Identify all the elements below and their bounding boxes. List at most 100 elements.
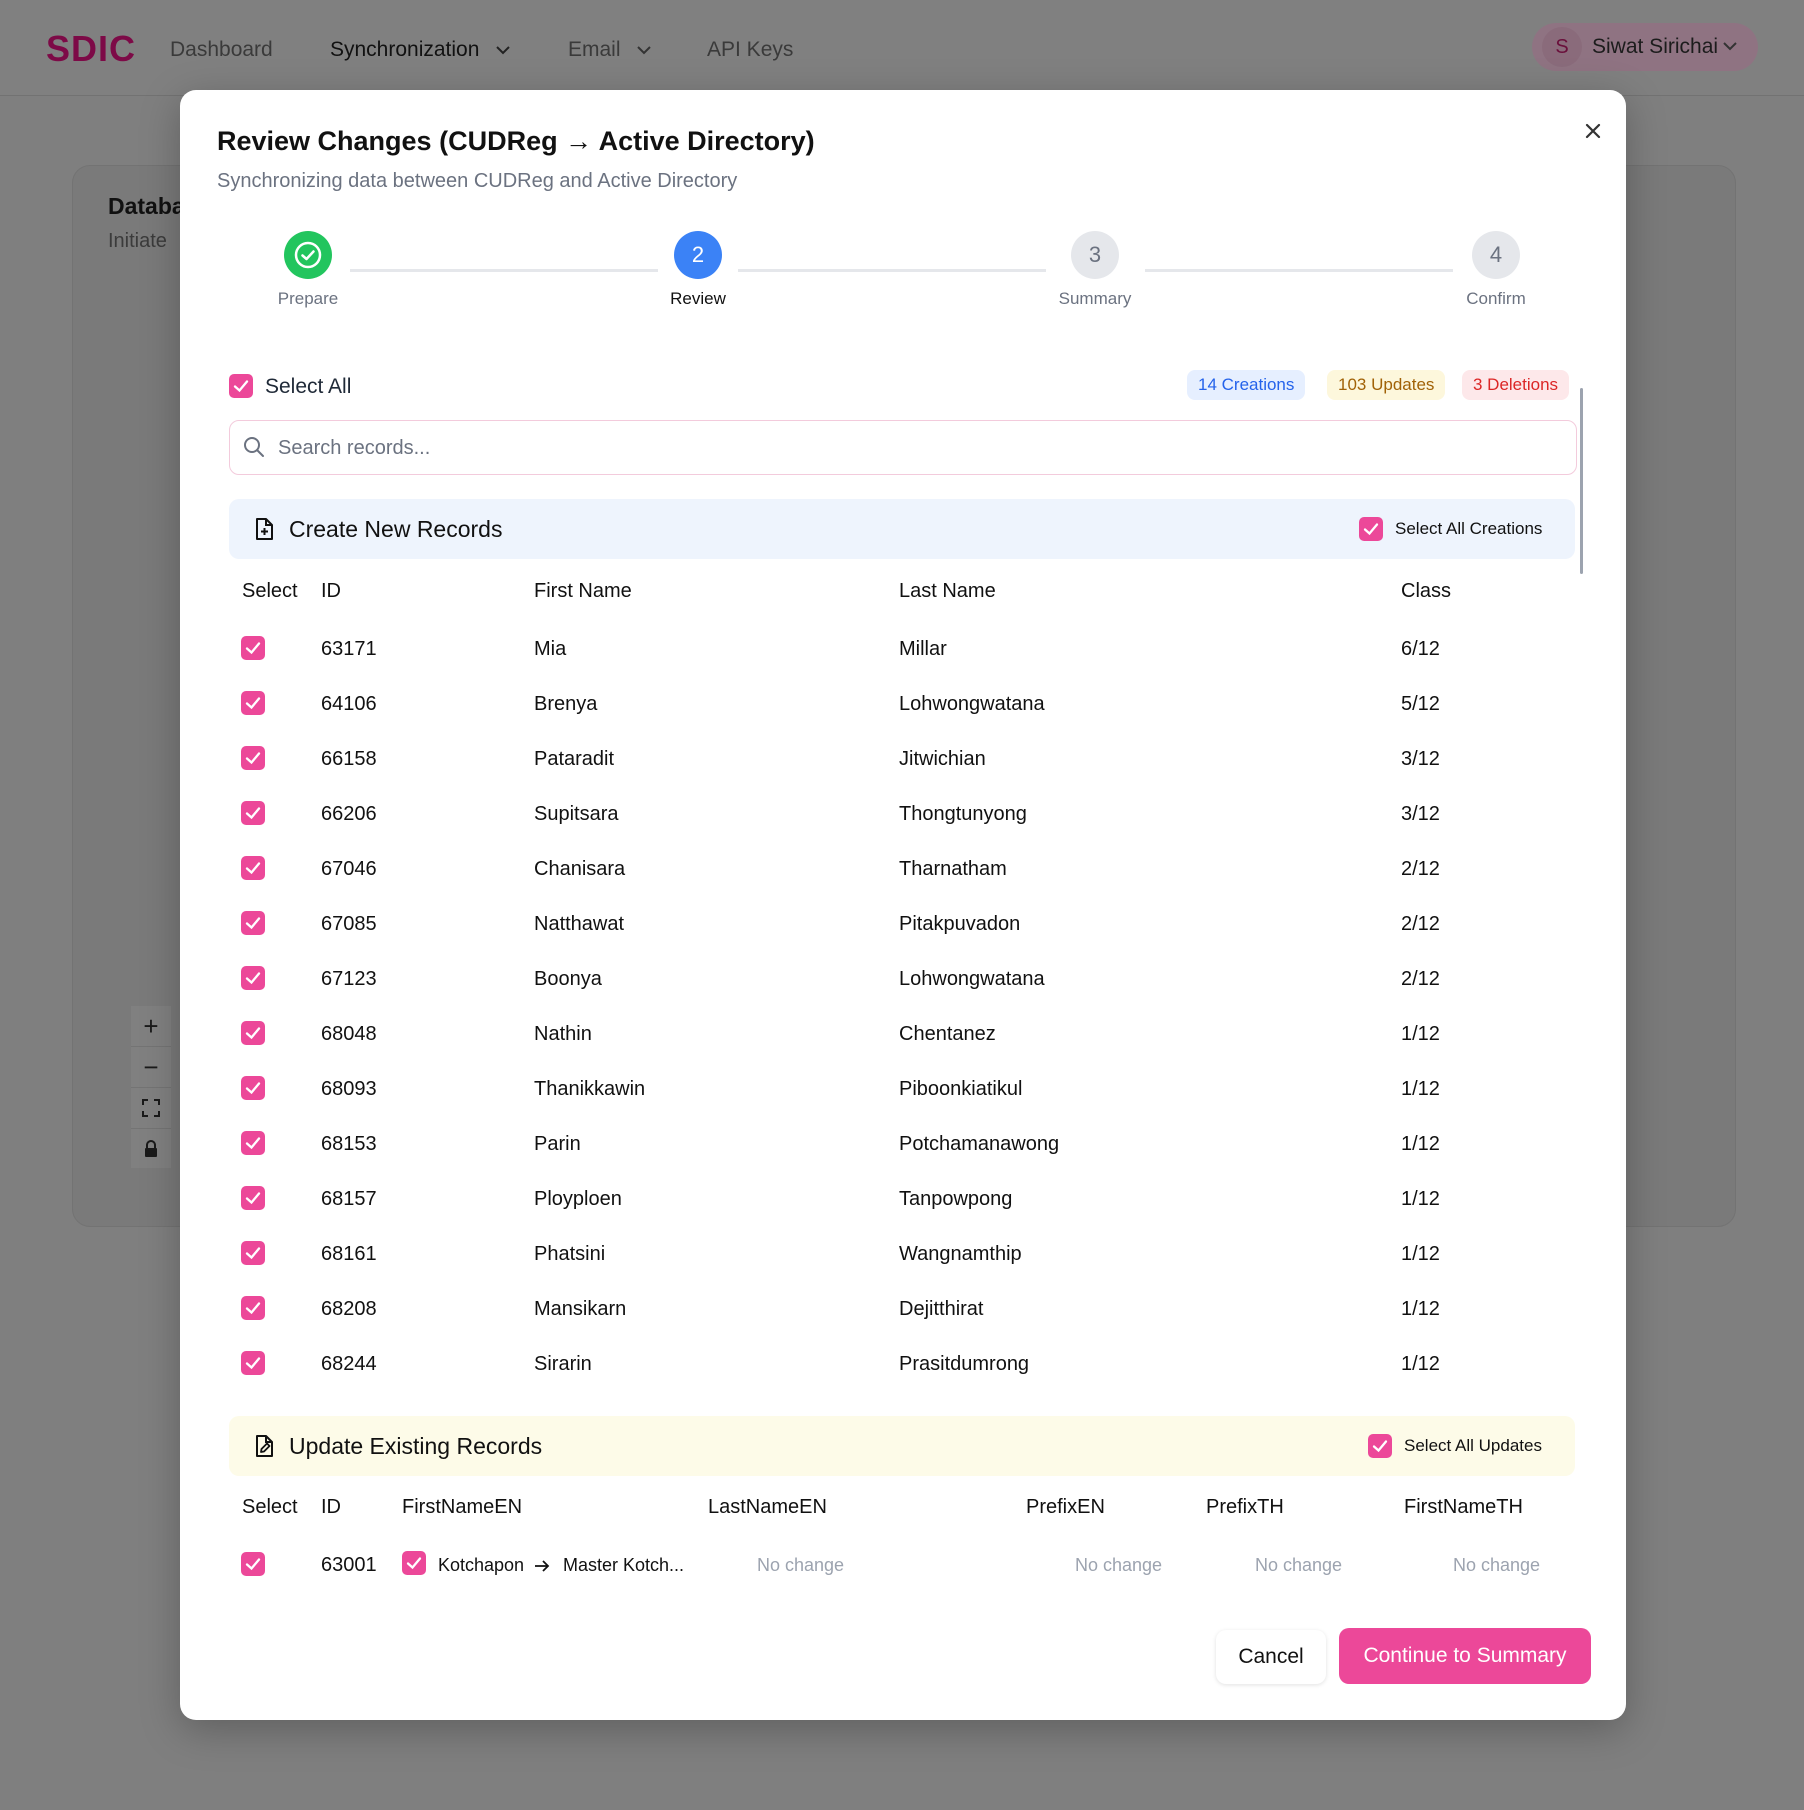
row-checkbox[interactable] [241, 1351, 265, 1375]
table-row: 66206 Supitsara Thongtunyong 3/12 [229, 787, 1575, 842]
row-id: 67046 [321, 858, 377, 880]
row-id: 68161 [321, 1243, 377, 1265]
user-menu[interactable]: S Siwat Sirichai [1532, 23, 1758, 71]
row-checkbox[interactable] [241, 691, 265, 715]
row-last-name: Tharnatham [899, 858, 1007, 880]
check-icon [245, 1082, 261, 1095]
step-label-summary: Summary [1058, 289, 1132, 308]
row-checkbox[interactable] [241, 801, 265, 825]
select-all-updates-checkbox[interactable] [1368, 1434, 1392, 1458]
zoom-controls: + − [131, 1006, 171, 1168]
lock-icon[interactable] [131, 1129, 171, 1169]
row-first-name: Natthawat [534, 913, 625, 935]
review-changes-modal: Review Changes (CUDReg → Active Director… [180, 90, 1626, 1720]
row-checkbox[interactable] [241, 746, 265, 770]
zoom-in-icon[interactable]: + [131, 1006, 171, 1047]
row-first-name: Ployploen [534, 1188, 622, 1210]
row-id: 66158 [321, 748, 377, 770]
nav-synchronization[interactable]: Synchronization [330, 38, 511, 62]
row-first-name: Brenya [534, 693, 598, 715]
row-id: 68093 [321, 1078, 377, 1100]
row-class: 1/12 [1401, 1298, 1440, 1320]
step-connector [738, 269, 1046, 272]
row-id: 68208 [321, 1298, 377, 1320]
avatar: S [1542, 27, 1582, 67]
nav-api-keys[interactable]: API Keys [707, 38, 793, 62]
select-all-creations-checkbox[interactable] [1359, 517, 1383, 541]
continue-to-summary-button[interactable]: Continue to Summary [1339, 1628, 1591, 1684]
row-id: 63001 [321, 1554, 377, 1576]
chevron-down-icon [496, 46, 510, 55]
row-checkbox[interactable] [241, 1076, 265, 1100]
row-class: 2/12 [1401, 913, 1440, 935]
fit-view-icon[interactable] [131, 1088, 171, 1129]
check-icon [245, 1192, 261, 1205]
row-last-name: Pitakpuvadon [899, 913, 1021, 935]
row-last-name: Wangnamthip [899, 1243, 1022, 1265]
no-change-text: No change [1453, 1555, 1541, 1575]
step-label-review: Review [670, 289, 726, 308]
row-class: 1/12 [1401, 1133, 1440, 1155]
select-all-creations-label: Select All Creations [1395, 519, 1543, 538]
row-last-name: Prasitdumrong [899, 1353, 1030, 1375]
step-connector [350, 269, 658, 272]
column-header-lastname-en: LastNameEN [708, 1496, 827, 1518]
check-icon [406, 1557, 422, 1570]
row-checkbox[interactable] [241, 1241, 265, 1265]
updates-badge: 103 Updates [1327, 370, 1446, 400]
row-class: 2/12 [1401, 968, 1440, 990]
create-section-header: Create New Records Select All Creations [229, 499, 1575, 559]
row-checkbox[interactable] [241, 856, 265, 880]
row-checkbox[interactable] [241, 1021, 265, 1045]
row-first-name: Nathin [534, 1023, 592, 1045]
row-id: 66206 [321, 803, 377, 825]
chevron-down-icon [1723, 42, 1737, 51]
old-value: Kotchapon [438, 1555, 525, 1575]
column-header-select: Select [242, 580, 298, 602]
check-icon [245, 917, 261, 930]
cancel-button[interactable]: Cancel [1216, 1630, 1326, 1684]
search-field [229, 420, 1577, 475]
row-checkbox[interactable] [241, 1131, 265, 1155]
row-checkbox[interactable] [241, 1296, 265, 1320]
row-checkbox[interactable] [241, 636, 265, 660]
row-checkbox[interactable] [241, 911, 265, 935]
check-icon [245, 972, 261, 985]
check-icon [245, 697, 261, 710]
close-icon[interactable] [1578, 116, 1608, 146]
select-all-checkbox[interactable] [229, 374, 253, 398]
column-header-firstname-th: FirstNameTH [1404, 1496, 1523, 1518]
row-checkbox[interactable] [241, 1186, 265, 1210]
step-summary: 3 [1071, 231, 1119, 279]
table-row: 66158 Pataradit Jitwichian 3/12 [229, 732, 1575, 787]
app-logo[interactable]: SDIC [46, 28, 136, 70]
row-class: 1/12 [1401, 1243, 1440, 1265]
check-icon [245, 807, 261, 820]
column-header-last-name: Last Name [899, 580, 996, 602]
new-value: Master Kotch... [563, 1555, 685, 1575]
column-header-select: Select [242, 1496, 298, 1518]
check-icon [245, 752, 261, 765]
row-class: 1/12 [1401, 1078, 1440, 1100]
field-change-checkbox[interactable] [402, 1551, 426, 1575]
select-all[interactable]: Select All [229, 374, 351, 403]
step-prepare-complete [284, 231, 332, 279]
column-header-prefix-th: PrefixTH [1206, 1496, 1284, 1518]
column-header-firstname-en: FirstNameEN [402, 1496, 523, 1518]
row-class: 1/12 [1401, 1188, 1440, 1210]
table-row: 68153 Parin Potchamanawong 1/12 [229, 1117, 1575, 1172]
check-circle-icon [294, 241, 322, 269]
zoom-out-icon[interactable]: − [131, 1047, 171, 1088]
check-icon [245, 1247, 261, 1260]
row-checkbox[interactable] [241, 966, 265, 990]
nav-email-label: Email [568, 38, 621, 61]
row-last-name: Dejitthirat [899, 1298, 984, 1320]
row-last-name: Jitwichian [899, 748, 986, 770]
row-checkbox[interactable] [241, 1552, 265, 1576]
nav-email[interactable]: Email [568, 38, 652, 62]
row-class: 3/12 [1401, 803, 1440, 825]
search-input[interactable] [276, 429, 1560, 467]
nav-dashboard[interactable]: Dashboard [170, 38, 273, 62]
table-row: 68048 Nathin Chentanez 1/12 [229, 1007, 1575, 1062]
scrollbar[interactable] [1580, 388, 1583, 574]
